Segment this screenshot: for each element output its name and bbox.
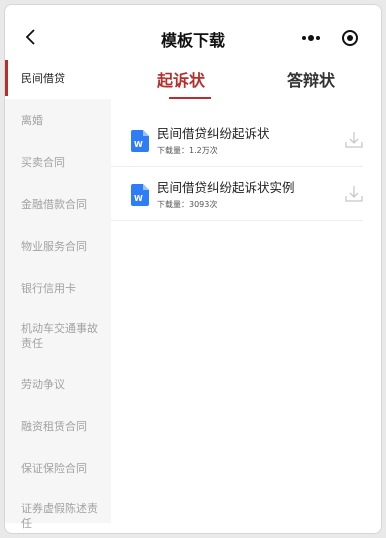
sidebar-item-minjian-jiedai[interactable]: 民间借贷 — [5, 57, 111, 99]
list-item[interactable]: W 民间借贷纠纷起诉状 下载量：1.2万次 — [111, 113, 363, 167]
svg-text:W: W — [134, 140, 143, 149]
sidebar-item-jidongche-jiaotong[interactable]: 机动车交通事故责任 — [5, 309, 111, 363]
sidebar-item-jinrong-jiekuan[interactable]: 金融借款合同 — [5, 183, 111, 225]
sidebar-item-baozheng-baoxian[interactable]: 保证保险合同 — [5, 447, 111, 489]
active-indicator — [5, 60, 8, 96]
sidebar-item-zhengquan-xujia[interactable]: 证券虚假陈述责任 — [5, 489, 111, 533]
word-doc-icon: W — [131, 184, 149, 206]
mini-program-capsule — [291, 23, 369, 53]
sidebar-item-label: 离婚 — [21, 113, 43, 127]
sidebar-item-wuye-fuwu[interactable]: 物业服务合同 — [5, 225, 111, 267]
file-title: 民间借贷纠纷起诉状 — [157, 126, 270, 141]
sidebar-item-label: 银行信用卡 — [21, 281, 76, 295]
sidebar-item-label: 机动车交通事故责任 — [21, 322, 98, 350]
sidebar-item-yinhang-xinyongka[interactable]: 银行信用卡 — [5, 267, 111, 309]
phone-frame: 模板下载 民间借贷 离婚 买卖合同 金融借款合同 物业服务合同 银行信用卡 机动… — [4, 4, 382, 534]
template-list: W 民间借贷纠纷起诉状 下载量：1.2万次 W 民间借贷纠纷起诉状实例 下载量：… — [111, 113, 363, 221]
sidebar-item-laodong-zhengyi[interactable]: 劳动争议 — [5, 363, 111, 405]
more-dots-icon — [301, 35, 320, 41]
sidebar-item-label: 买卖合同 — [21, 155, 65, 169]
download-icon[interactable] — [345, 185, 363, 203]
svg-text:W: W — [134, 194, 143, 203]
sidebar-item-rongzi-zulin[interactable]: 融资租赁合同 — [5, 405, 111, 447]
sidebar-item-label: 劳动争议 — [21, 377, 65, 391]
tab-active-underline — [169, 97, 211, 99]
tab-dabianzhuang[interactable]: 答辩状 — [287, 67, 335, 91]
target-circle-icon — [341, 30, 358, 46]
tab-qisuzhuang[interactable]: 起诉状 — [157, 67, 205, 91]
category-sidebar: 民间借贷 离婚 买卖合同 金融借款合同 物业服务合同 银行信用卡 机动车交通事故… — [5, 57, 111, 530]
sidebar-item-maimai-hetong[interactable]: 买卖合同 — [5, 141, 111, 183]
file-title: 民间借贷纠纷起诉状实例 — [157, 180, 295, 195]
sidebar-item-label: 保证保险合同 — [21, 461, 87, 475]
download-count: 下载量：1.2万次 — [157, 146, 218, 155]
download-count: 下载量：3093次 — [157, 200, 218, 209]
sidebar-item-label: 民间借贷 — [21, 71, 65, 85]
sidebar-item-label: 物业服务合同 — [21, 239, 87, 253]
sidebar-item-label: 证券虚假陈述责任 — [21, 502, 98, 530]
document-type-tabs: 起诉状 答辩状 — [111, 57, 381, 107]
sidebar-item-label: 金融借款合同 — [21, 197, 87, 211]
download-icon[interactable] — [345, 131, 363, 149]
sidebar-item-label: 融资租赁合同 — [21, 419, 87, 433]
list-item[interactable]: W 民间借贷纠纷起诉状实例 下载量：3093次 — [111, 167, 363, 221]
sidebar-item-lihun[interactable]: 离婚 — [5, 99, 111, 141]
word-doc-icon: W — [131, 130, 149, 152]
navbar: 模板下载 — [5, 5, 381, 65]
close-capsule-button[interactable] — [330, 23, 369, 53]
more-button[interactable] — [291, 23, 330, 53]
